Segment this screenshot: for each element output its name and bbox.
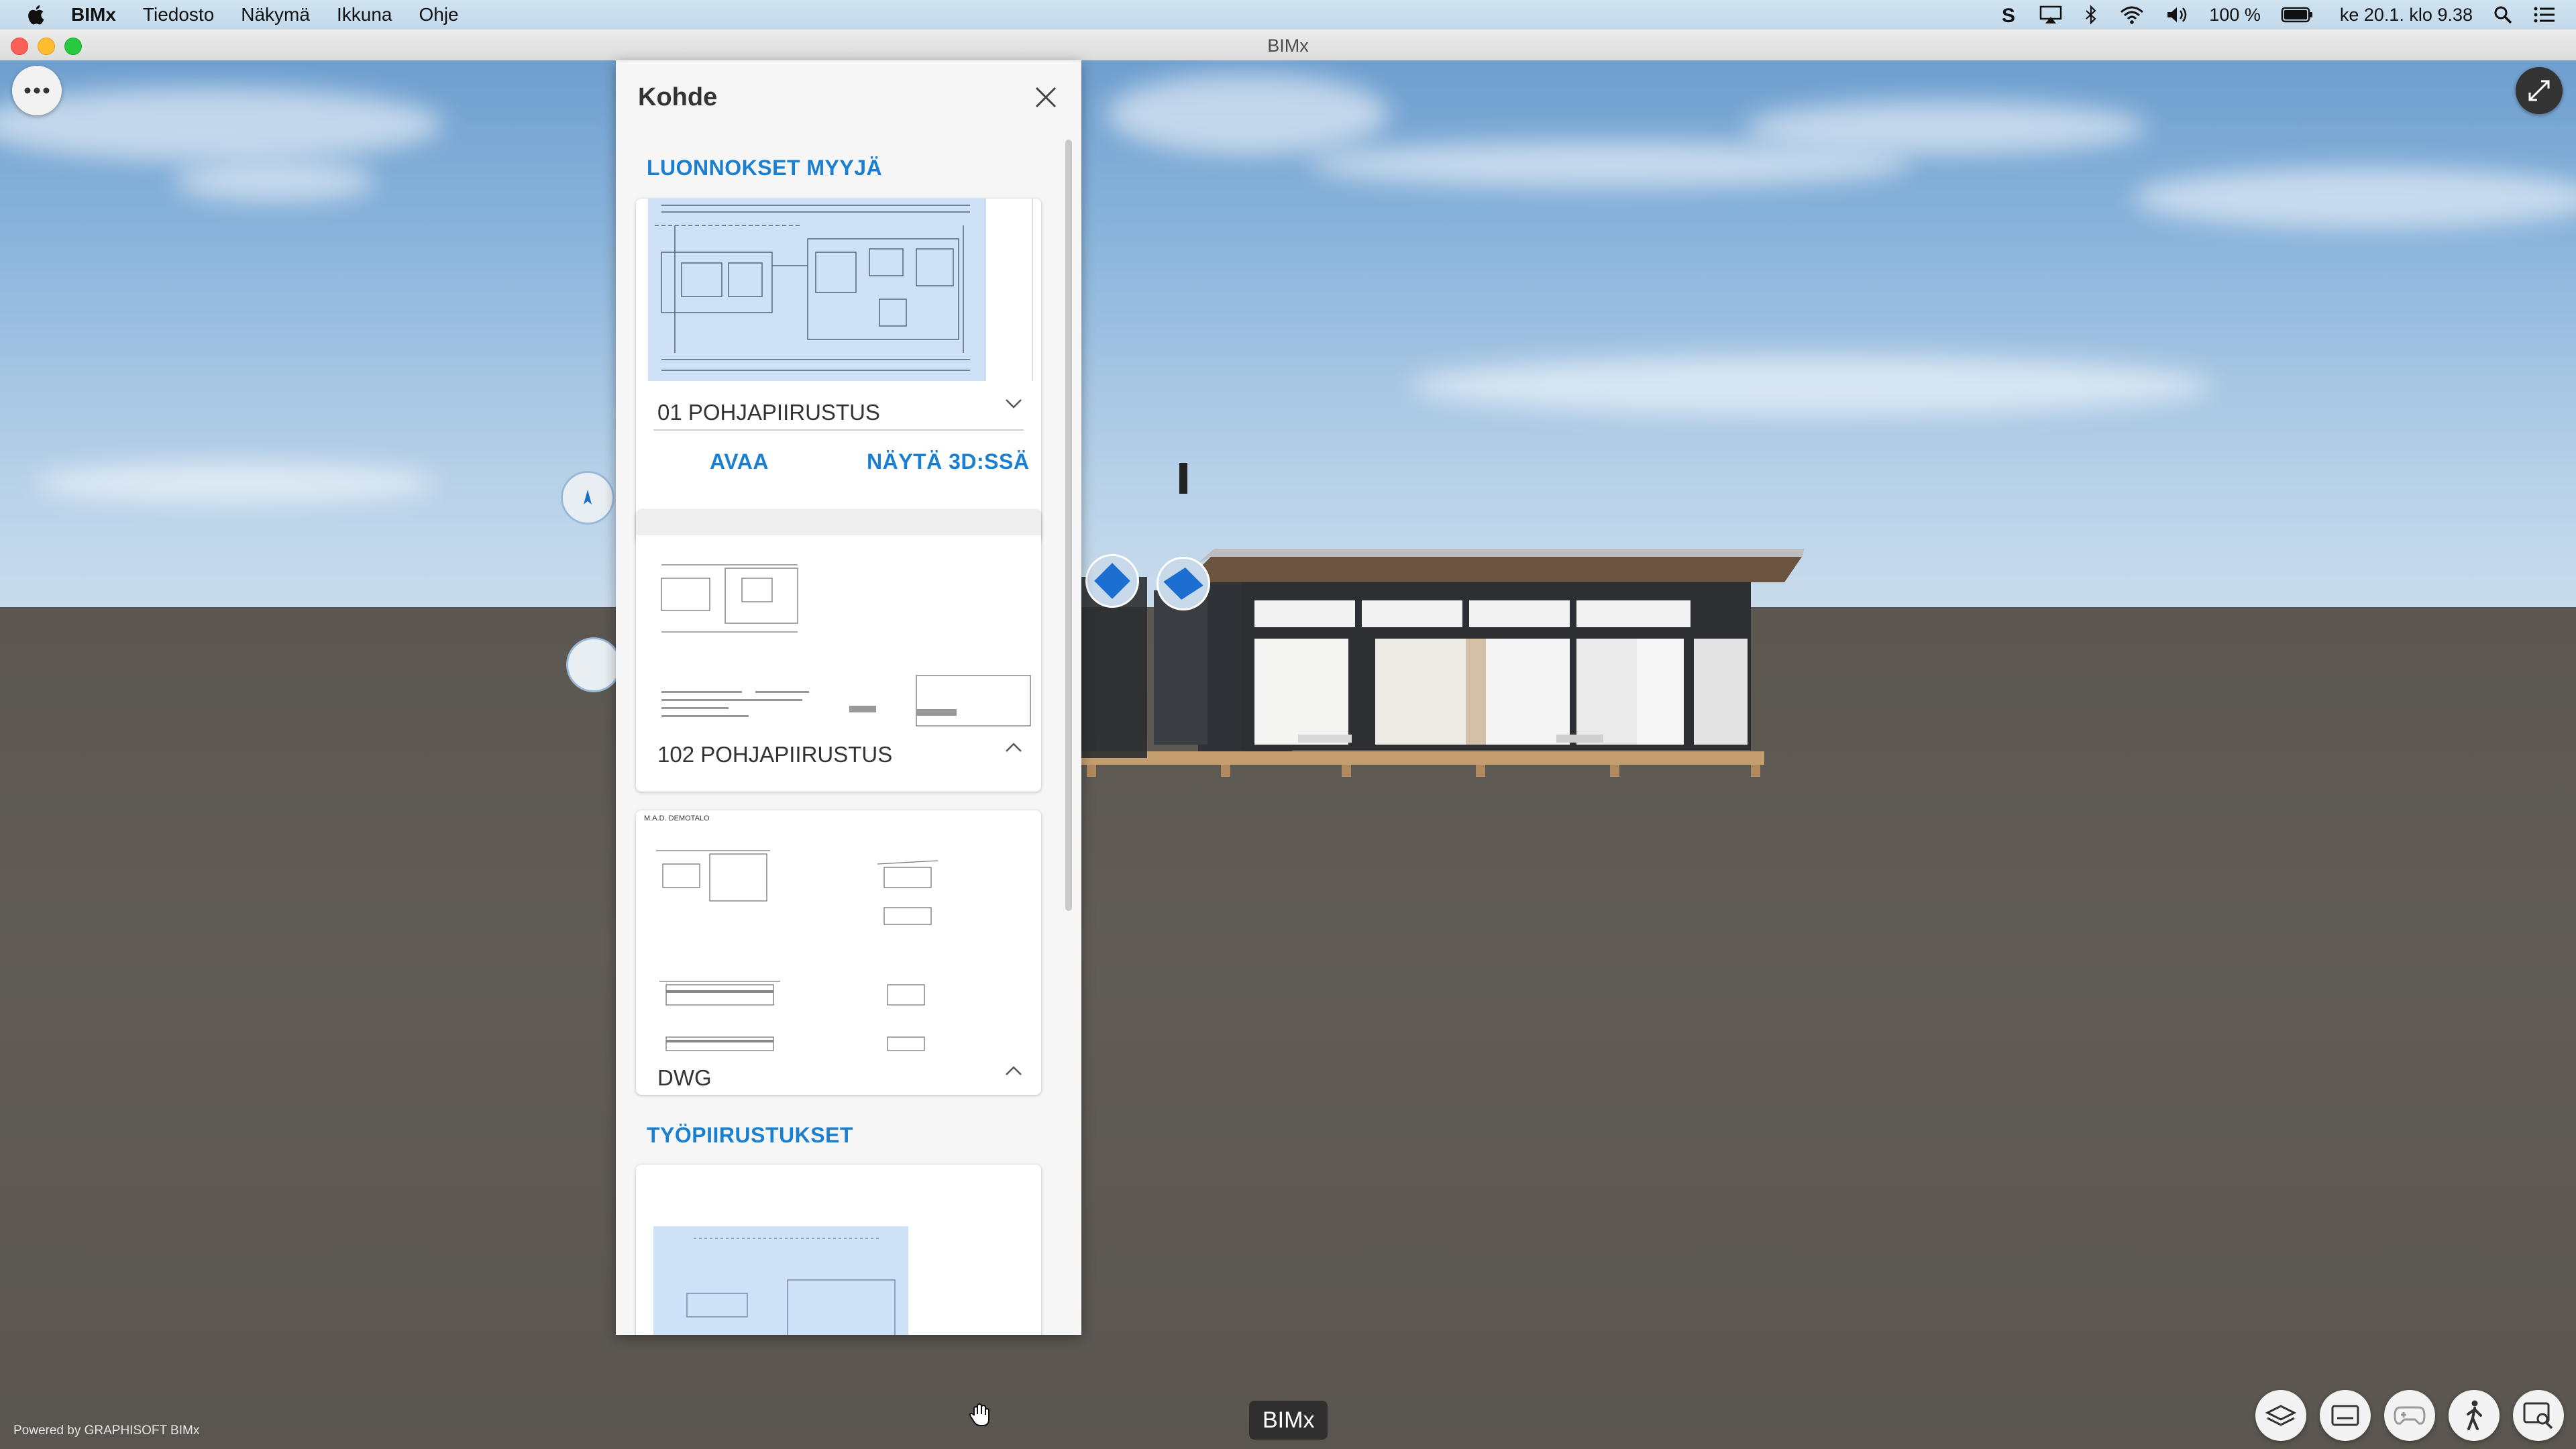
- north-arrow-icon: [584, 490, 592, 504]
- window-title-bar: BIMx: [0, 30, 2576, 61]
- wifi-icon[interactable]: [2119, 5, 2145, 25]
- working-drawing-thumbnail[interactable]: [653, 1226, 908, 1335]
- search-view-button[interactable]: [2513, 1390, 2564, 1441]
- floor-plan-thumbnail[interactable]: [648, 538, 1041, 739]
- thumbnail-caption: M.A.D. DEMOTALO: [644, 814, 710, 822]
- skype-icon[interactable]: S: [2000, 5, 2019, 25]
- diamond-icon: [1094, 563, 1130, 599]
- layout-card-working-drawing[interactable]: [636, 1165, 1041, 1335]
- bluetooth-icon[interactable]: [2083, 5, 2099, 25]
- dwg-thumbnail[interactable]: [636, 824, 1041, 1052]
- diamond-icon: [1163, 567, 1203, 600]
- walking-person-icon: [2467, 1400, 2482, 1430]
- layout-card-01[interactable]: 01 POHJAPIIRUSTUS AVAA NÄYTÄ 3D:SSÄ: [636, 199, 1041, 543]
- compass-marker[interactable]: [561, 471, 614, 525]
- notification-center-icon[interactable]: [2533, 5, 2556, 25]
- svg-text:S: S: [2002, 5, 2015, 25]
- floor-plan-view-button[interactable]: [2255, 1390, 2306, 1441]
- menu-window[interactable]: Ikkuna: [337, 4, 392, 25]
- project-panel: Kohde LUONNOKSET MYYJÄ 01 POHJAPIIRUSTUS…: [616, 60, 1081, 1335]
- chevron-down-icon[interactable]: [1004, 393, 1024, 413]
- search-icon: [2523, 1402, 2553, 1430]
- card-label: 102 POHJAPIIRUSTUS: [657, 742, 893, 767]
- menu-help[interactable]: Ohje: [419, 4, 458, 25]
- open-button[interactable]: AVAA: [710, 449, 769, 474]
- menu-view[interactable]: Näkymä: [241, 4, 310, 25]
- gamepad-icon: [2394, 1406, 2426, 1425]
- battery-icon[interactable]: [2281, 5, 2314, 25]
- menu-app-name[interactable]: BIMx: [71, 4, 116, 25]
- menu-file[interactable]: Tiedosto: [143, 4, 214, 25]
- panel-scrollbar[interactable]: [1065, 140, 1072, 911]
- chevron-up-icon[interactable]: [1004, 1061, 1024, 1081]
- card-label: DWG: [657, 1065, 712, 1090]
- gamepad-button[interactable]: [2384, 1390, 2435, 1441]
- layout-card-dwg[interactable]: M.A.D. DEMOTALO DWG: [636, 810, 1041, 1095]
- panel-header: Kohde: [616, 60, 1081, 134]
- thumbnail-edge: [1032, 199, 1033, 381]
- 3d-viewport[interactable]: [0, 60, 2576, 1449]
- sheet-icon: [2331, 1405, 2359, 1426]
- more-options-button[interactable]: [12, 66, 62, 115]
- building-model[interactable]: [1046, 463, 1825, 812]
- floor-plan-thumbnail[interactable]: [648, 199, 986, 381]
- ellipsis-icon: [24, 87, 50, 94]
- window-title: BIMx: [1267, 36, 1309, 56]
- battery-percent: 100 %: [2209, 4, 2261, 25]
- hand-cursor-icon: [969, 1403, 989, 1426]
- card-divider: [653, 429, 1024, 431]
- hotspot-marker-2[interactable]: [1157, 557, 1210, 610]
- section-title-tyopiirustukset: TYÖPIIRUSTUKSET: [647, 1123, 853, 1147]
- expand-icon: [2528, 80, 2550, 101]
- hotspot-marker[interactable]: [1085, 554, 1139, 608]
- volume-icon[interactable]: [2165, 5, 2189, 25]
- spotlight-search-icon[interactable]: [2493, 5, 2513, 25]
- clock[interactable]: ke 20.1. klo 9.38: [2340, 5, 2473, 25]
- menu-bar: BIMx Tiedosto Näkymä Ikkuna Ohje S 100 %…: [0, 0, 2576, 30]
- layout-card-102[interactable]: 102 POHJAPIIRUSTUS: [636, 510, 1041, 792]
- bimx-tooltip: BIMx: [1249, 1401, 1328, 1440]
- close-icon[interactable]: [1033, 85, 1059, 110]
- show-in-3d-button[interactable]: NÄYTÄ 3D:SSÄ: [867, 449, 1029, 474]
- fullscreen-button[interactable]: [2516, 67, 2563, 114]
- layers-icon: [2265, 1405, 2297, 1426]
- view-point-marker[interactable]: [566, 637, 621, 692]
- card-label: 01 POHJAPIIRUSTUS: [657, 400, 880, 425]
- powered-by-label: Powered by GRAPHISOFT BIMx: [13, 1424, 200, 1438]
- apple-icon[interactable]: [25, 3, 48, 26]
- layout-book-button[interactable]: [2320, 1390, 2371, 1441]
- card-top-strip: [636, 510, 1041, 535]
- walk-mode-button[interactable]: [2449, 1390, 2500, 1441]
- section-title-luonnokset: LUONNOKSET MYYJÄ: [647, 156, 883, 180]
- airplay-icon[interactable]: [2039, 5, 2063, 25]
- chevron-up-icon[interactable]: [1004, 738, 1024, 758]
- panel-title: Kohde: [638, 83, 718, 111]
